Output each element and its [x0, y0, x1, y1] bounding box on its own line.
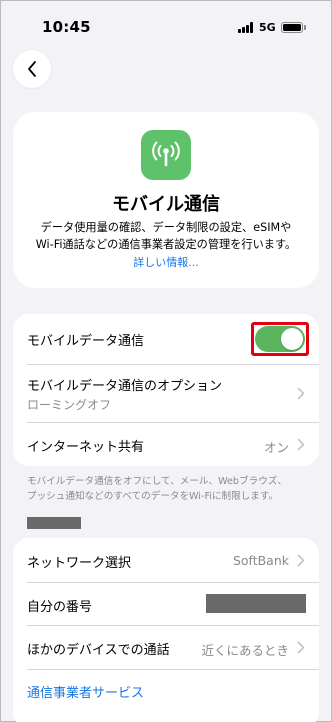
carrier-group: ネットワーク選択 SoftBank 自分の番号 ほかのデバイスでの通話 近くにあ… — [13, 538, 319, 722]
mobile-data-row: モバイルデータ通信 — [13, 314, 319, 364]
description-line-2: Wi-Fi通話などの通信事業者設定の管理を行います。 — [35, 238, 297, 251]
status-bar: 10:45 5G — [0, 0, 332, 52]
calls-other-devices-label: ほかのデバイスでの通話 — [27, 643, 170, 658]
header-description: データ使用量の確認、データ制限の設定、eSIMや Wi-Fi通話などの通信事業者… — [27, 219, 305, 253]
battery-icon — [281, 22, 303, 33]
battery-tip — [304, 25, 306, 30]
network-selection-row[interactable]: ネットワーク選択 SoftBank — [13, 538, 319, 582]
chevron-right-icon — [297, 641, 305, 654]
network-type: 5G — [259, 21, 276, 34]
my-number-row[interactable]: 自分の番号 — [13, 582, 319, 625]
mobile-data-options-row[interactable]: モバイルデータ通信のオプション ローミングオフ — [13, 364, 319, 422]
carrier-services-row[interactable]: 通信事業者サービス — [13, 669, 319, 713]
chevron-right-icon — [297, 438, 305, 451]
mobile-data-options-sub: ローミングオフ — [27, 398, 112, 412]
toggle-knob — [281, 328, 303, 350]
mobile-data-options-label: モバイルデータ通信のオプション — [27, 379, 223, 394]
chevron-left-icon — [28, 61, 36, 77]
redacted-phone-number — [206, 594, 306, 613]
mobile-data-toggle[interactable] — [255, 326, 305, 352]
calls-other-devices-value: 近くにあるとき — [201, 643, 289, 658]
mobile-data-footnote: モバイルデータ通信をオフにして、メール、Webブラウズ、 プッシュ通知などのすべ… — [27, 474, 309, 504]
signal-bars-icon — [238, 22, 256, 33]
carrier-services-link[interactable]: 通信事業者サービス — [27, 682, 144, 701]
redacted-section-header — [27, 517, 81, 529]
cellular-antenna-icon — [141, 130, 191, 180]
footnote-line-1: モバイルデータ通信をオフにして、メール、Webブラウズ、 — [27, 476, 287, 487]
hotspot-value: オン — [263, 440, 289, 455]
footnote-line-2: プッシュ通知などのすべてのデータをWi-Fiに制限します。 — [27, 491, 279, 502]
page-title: モバイル通信 — [112, 194, 220, 215]
calls-other-devices-row[interactable]: ほかのデバイスでの通話 近くにあるとき — [13, 625, 319, 669]
mobile-data-label: モバイルデータ通信 — [27, 334, 145, 349]
network-selection-label: ネットワーク選択 — [27, 556, 132, 571]
chevron-right-icon — [297, 387, 305, 400]
back-button[interactable] — [13, 50, 51, 88]
chevron-right-icon — [297, 554, 305, 567]
learn-more-link[interactable]: 詳しい情報... — [13, 254, 319, 270]
description-line-1: データ使用量の確認、データ制限の設定、eSIMや — [40, 221, 292, 234]
hotspot-label: インターネット共有 — [27, 440, 145, 455]
my-number-label: 自分の番号 — [27, 600, 93, 615]
network-selection-value: SoftBank — [232, 553, 289, 568]
hotspot-row[interactable]: インターネット共有 オン — [13, 422, 319, 466]
mobile-data-group: モバイルデータ通信 モバイルデータ通信のオプション ローミングオフ インターネッ… — [13, 314, 319, 466]
status-time: 10:45 — [42, 18, 91, 36]
header-card: モバイル通信 データ使用量の確認、データ制限の設定、eSIMや Wi-Fi通話な… — [13, 112, 319, 288]
